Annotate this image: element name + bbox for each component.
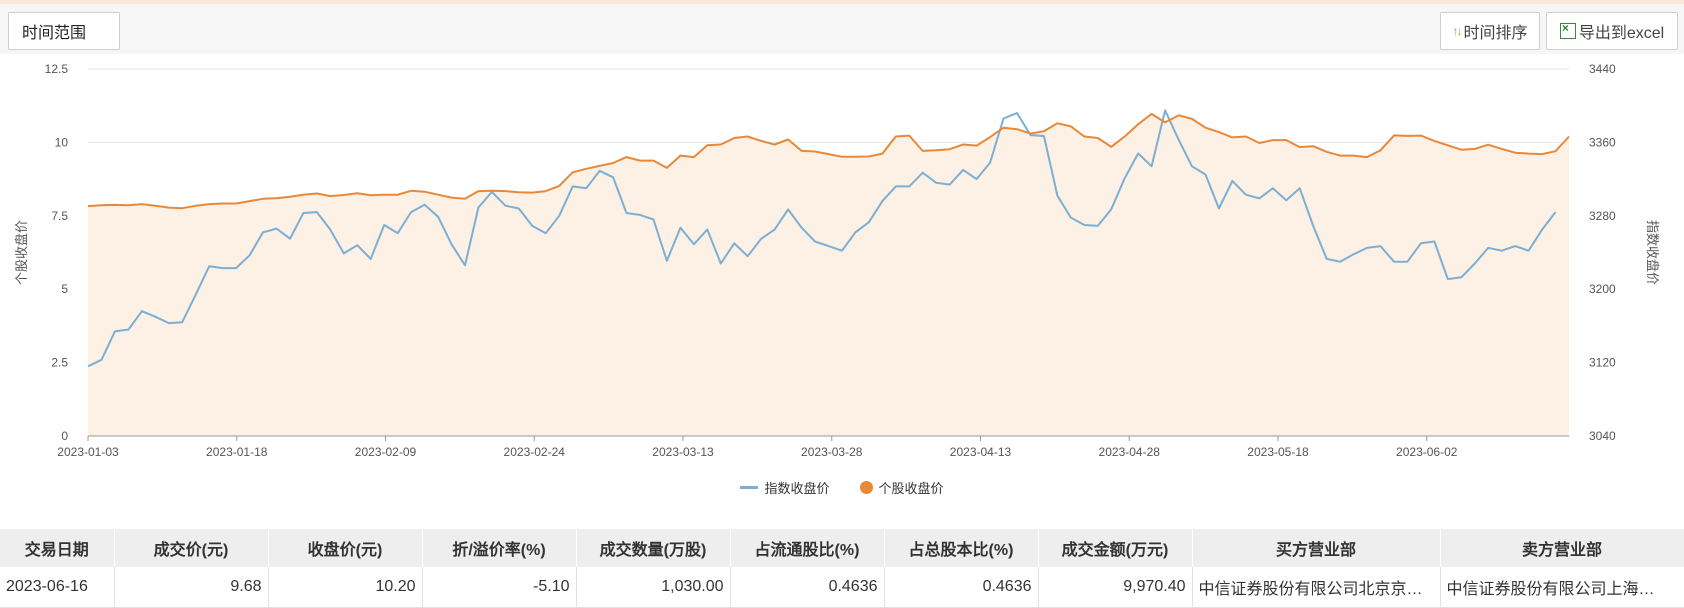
x-tick-label: 2023-01-18	[206, 445, 268, 459]
legend-index-label: 指数收盘价	[764, 481, 830, 496]
cell-premium-rate: -5.10	[422, 567, 577, 608]
chart-legend: 指数收盘价 个股收盘价	[0, 478, 1684, 497]
x-tick-label: 2023-02-24	[504, 445, 566, 459]
cell-deal-price: 9.68	[114, 567, 269, 608]
y-tick-label-left: 7.5	[51, 209, 68, 223]
legend-line-icon	[740, 486, 759, 489]
col-header-date[interactable]: 交易日期	[0, 529, 115, 567]
col-header-float-ratio[interactable]: 占流通股比(%)	[730, 529, 885, 567]
y-axis-title-left: 个股收盘价	[14, 220, 29, 285]
legend-dot-icon	[859, 481, 873, 494]
table-row[interactable]: 2023-06-16 9.68 10.20 -5.10 1,030.00 0.4…	[0, 567, 1684, 608]
cell-seller[interactable]: 中信证券股份有限公司上海…	[1440, 567, 1684, 608]
sort-arrows-icon: ↑↓	[1452, 24, 1462, 38]
cell-float-ratio: 0.4636	[730, 567, 885, 608]
y-tick-label-left: 5	[61, 282, 68, 296]
cell-total-ratio: 0.4636	[884, 567, 1039, 608]
y-axis-title-right: 指数收盘价	[1645, 220, 1660, 285]
col-header-total-ratio[interactable]: 占总股本比(%)	[884, 529, 1039, 567]
x-tick-label: 2023-04-28	[1099, 445, 1161, 459]
col-header-volume[interactable]: 成交数量(万股)	[576, 529, 731, 567]
y-tick-label-left: 12.5	[45, 62, 69, 76]
y-tick-label-left: 10	[55, 135, 69, 149]
y-tick-label-right: 3280	[1589, 209, 1616, 223]
chart-area-layer	[88, 113, 1569, 437]
stock-area-fill	[88, 113, 1569, 437]
x-tick-label: 2023-01-03	[57, 445, 119, 459]
x-tick-label: 2023-02-09	[355, 445, 417, 459]
y-tick-label-left: 0	[61, 429, 68, 443]
cell-volume: 1,030.00	[576, 567, 731, 608]
y-tick-label-right: 3360	[1589, 135, 1616, 149]
x-tick-label: 2023-03-13	[652, 445, 714, 459]
toolbar: 时间范围 ↑↓ 时间排序 导出到excel	[0, 4, 1684, 54]
y-tick-label-right: 3200	[1589, 282, 1616, 296]
legend-stock-close[interactable]: 个股收盘价	[859, 478, 944, 497]
cell-close-price: 10.20	[268, 567, 423, 608]
export-label: 导出到excel	[1578, 25, 1665, 42]
time-range-button[interactable]: 时间范围	[8, 12, 120, 50]
trade-table: 交易日期 成交价(元) 收盘价(元) 折/溢价率(%) 成交数量(万股) 占流通…	[0, 529, 1684, 608]
cell-buyer[interactable]: 中信证券股份有限公司北京京…	[1192, 567, 1441, 608]
col-header-amount[interactable]: 成交金额(万元)	[1038, 529, 1193, 567]
cell-date: 2023-06-16	[0, 567, 115, 608]
export-excel-button[interactable]: 导出到excel	[1546, 12, 1678, 50]
time-range-label: 时间范围	[22, 25, 87, 42]
col-header-premium-rate[interactable]: 折/溢价率(%)	[422, 529, 577, 567]
price-chart: 0 2.5 5 7.5 10 12.5 3040 3120 3200 3280 3360 3440 20…	[14, 62, 1660, 459]
y-tick-label-right: 3120	[1589, 356, 1616, 370]
cell-amount: 9,970.40	[1038, 567, 1193, 608]
x-tick-label: 2023-04-13	[950, 445, 1012, 459]
y-tick-label-right: 3440	[1589, 62, 1616, 76]
x-tick-label: 2023-06-02	[1396, 445, 1458, 459]
x-tick-label: 2023-05-18	[1247, 445, 1309, 459]
y-tick-label-left: 2.5	[51, 356, 68, 370]
time-sort-button[interactable]: ↑↓ 时间排序	[1440, 12, 1540, 50]
col-header-seller[interactable]: 卖方营业部	[1440, 529, 1684, 567]
col-header-close-price[interactable]: 收盘价(元)	[268, 529, 423, 567]
legend-stock-label: 个股收盘价	[878, 481, 944, 496]
col-header-buyer[interactable]: 买方营业部	[1192, 529, 1441, 567]
time-sort-label: 时间排序	[1463, 25, 1528, 42]
table-header-row: 交易日期 成交价(元) 收盘价(元) 折/溢价率(%) 成交数量(万股) 占流通…	[0, 529, 1684, 567]
legend-index-close[interactable]: 指数收盘价	[740, 478, 830, 497]
y-tick-label-right: 3040	[1589, 429, 1616, 443]
col-header-deal-price[interactable]: 成交价(元)	[114, 529, 269, 567]
x-tick-label: 2023-03-28	[801, 445, 863, 459]
excel-icon	[1559, 21, 1576, 39]
